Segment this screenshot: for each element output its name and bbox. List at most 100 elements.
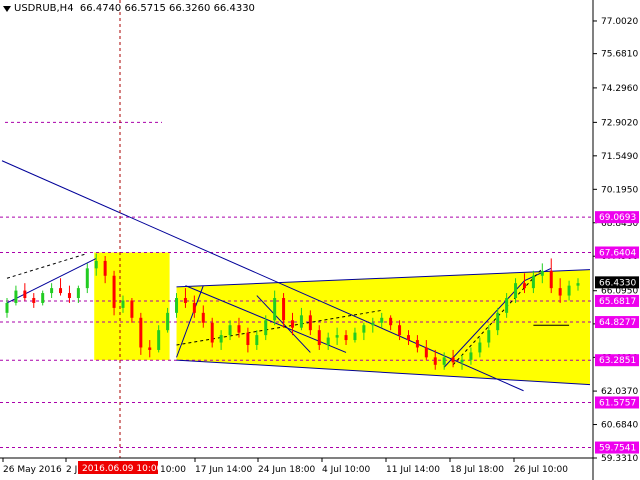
- candle-body: [549, 270, 553, 289]
- candle-body: [219, 335, 223, 343]
- candle-body: [576, 283, 580, 286]
- candle-body: [567, 285, 571, 296]
- candle-body: [210, 322, 214, 343]
- time-tick-label: 4 Jul 10:00: [322, 465, 371, 475]
- candle-body: [112, 275, 116, 308]
- candle-body: [496, 312, 500, 331]
- candle-body: [522, 283, 526, 289]
- time-tick-label: 24 Jun 18:00: [258, 465, 315, 475]
- candle-body: [451, 357, 455, 363]
- price-tick-label: 74.2960: [601, 84, 638, 94]
- candle-body: [85, 268, 89, 289]
- candle-body: [23, 290, 27, 299]
- candle-body: [558, 288, 562, 296]
- level-price-label: 63.2851: [599, 356, 636, 366]
- close-value: 66.4330: [213, 3, 255, 14]
- candle-body: [246, 332, 250, 346]
- low-value: 66.3260: [169, 3, 211, 14]
- candle-body: [299, 315, 303, 328]
- candle-body: [76, 288, 80, 299]
- candle-body: [317, 330, 321, 346]
- candle-body: [442, 357, 446, 365]
- candle-body: [192, 302, 196, 313]
- crosshair-time-label: 2016.06.09 10:00: [82, 464, 163, 474]
- candle-body: [14, 290, 18, 303]
- candle-body: [389, 317, 393, 326]
- candle-body: [380, 317, 384, 323]
- candle-body: [415, 340, 419, 348]
- price-tick-label: 59.3310: [601, 454, 638, 464]
- level-price-label: 65.6817: [599, 297, 636, 307]
- time-tick-label: 26 May 2016: [3, 465, 62, 475]
- price-tick-label: 77.0020: [601, 17, 638, 27]
- time-tick-label: 26 Jul 10:00: [514, 465, 568, 475]
- candle-body: [59, 288, 63, 294]
- candle-body: [291, 320, 294, 328]
- time-tick-label: 17 Jun 14:00: [195, 465, 252, 475]
- candle-body: [371, 322, 375, 326]
- current-price-label: 66.4330: [599, 278, 636, 288]
- candle-body: [424, 347, 428, 358]
- symbol-label: USDRUB,H4: [14, 3, 74, 14]
- chart-header: USDRUB,H4 66.4740 66.5715 66.3260 66.433…: [14, 3, 255, 14]
- level-price-label: 69.0693: [599, 213, 636, 223]
- candle-body: [228, 325, 232, 336]
- candle-body: [94, 260, 98, 269]
- candle-body: [32, 298, 36, 303]
- candle-body: [531, 275, 535, 289]
- candle-body: [255, 335, 259, 346]
- candle-body: [237, 325, 241, 333]
- candle-body: [201, 312, 205, 323]
- candle-body: [344, 335, 348, 341]
- candle-body: [264, 320, 268, 336]
- level-price-label: 64.8277: [599, 318, 636, 328]
- candle-body: [50, 288, 54, 294]
- candle-body: [398, 325, 402, 336]
- chart-background: [0, 0, 640, 480]
- price-tick-label: 75.6810: [601, 50, 638, 60]
- candle-body: [148, 347, 152, 350]
- level-price-label: 61.5757: [599, 398, 636, 408]
- level-price-label: 59.7541: [599, 444, 636, 454]
- price-tick-label: 70.1950: [601, 185, 638, 195]
- candle-body: [433, 357, 437, 365]
- candle-body: [41, 293, 45, 303]
- candle-body: [273, 298, 277, 321]
- price-tick-label: 72.9020: [601, 118, 638, 128]
- candle-body: [308, 315, 312, 331]
- candle-body: [103, 260, 107, 276]
- time-tick-label: 18 Jul 18:00: [450, 465, 504, 475]
- chart-menu-arrow-icon[interactable]: [3, 6, 11, 12]
- candle-body: [130, 300, 134, 318]
- candle-body: [335, 335, 339, 338]
- candle-body: [514, 283, 518, 299]
- time-tick-label: 10:00: [160, 465, 186, 475]
- level-price-label: 67.6404: [599, 248, 636, 258]
- high-value: 66.5715: [124, 3, 166, 14]
- candle-body: [139, 317, 143, 348]
- candle-body: [406, 335, 410, 341]
- candle-body: [166, 312, 170, 331]
- candle-body: [487, 330, 491, 343]
- candle-body: [67, 293, 71, 299]
- candle-body: [157, 330, 161, 350]
- candle-body: [282, 298, 286, 321]
- price-tick-label: 60.6840: [601, 421, 638, 431]
- candle-body: [505, 298, 509, 313]
- price-tick-label: 62.0370: [601, 387, 638, 397]
- open-value: 66.4740: [79, 3, 122, 14]
- price-chart[interactable]: 77.0020 75.6810 74.2960 72.9020 71.5490 70.19…: [0, 0, 640, 480]
- candle-body: [326, 337, 330, 346]
- candle-body: [353, 332, 357, 341]
- candle-body: [540, 270, 544, 276]
- candle-body: [121, 300, 125, 308]
- candle-body: [460, 359, 464, 363]
- candle-body: [183, 298, 187, 303]
- candle-body: [469, 352, 473, 360]
- candle-body: [5, 302, 9, 313]
- price-tick-label: 71.5490: [601, 152, 638, 162]
- candle-body: [175, 298, 179, 313]
- candle-body: [478, 342, 482, 353]
- time-tick-label: 11 Jul 14:00: [386, 465, 440, 475]
- candle-body: [362, 325, 366, 333]
